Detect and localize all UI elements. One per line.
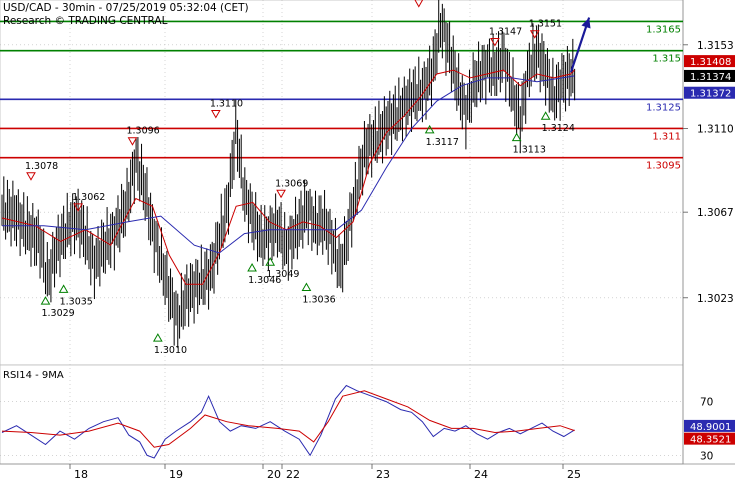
level-label: 1.315 (652, 54, 681, 65)
swing-low-label: 1.3036 (302, 294, 335, 305)
x-tick-label: 24 (474, 468, 488, 480)
swing-high-label: 1.3069 (275, 178, 308, 189)
x-tick-label: 25 (567, 468, 581, 480)
level-label: 1.311 (652, 131, 681, 142)
x-tick-label: 22 (286, 468, 300, 480)
x-tick-label: 19 (169, 468, 183, 480)
swing-high-label: 1.3062 (72, 192, 105, 203)
rsi-tick-label: 70 (700, 397, 713, 409)
swing-high-label: 1.3151 (529, 19, 562, 30)
level-label: 1.3125 (646, 102, 681, 113)
swing-low-label: 1.3029 (41, 308, 74, 319)
chart-svg: 1.31651.3151.31251.3111.3095 1.30291.303… (0, 0, 735, 481)
price-tag-label: 1.31408 (690, 57, 731, 68)
chart-source: Research © TRADING CENTRAL (3, 15, 168, 27)
swing-low-label: 1.3113 (513, 145, 546, 156)
y-tick-label: 1.3153 (697, 40, 734, 52)
rsi-tag-label: 48.9001 (690, 422, 731, 433)
y-tick-label: 1.3067 (697, 207, 734, 219)
swing-low-label: 1.3010 (154, 345, 187, 356)
swing-low-label: 1.3124 (542, 123, 575, 134)
swing-high-label: 1.3147 (489, 26, 522, 37)
swing-low-label: 1.3035 (60, 296, 93, 307)
x-tick-label: 18 (74, 468, 88, 480)
swing-high-label: 1.3078 (25, 161, 58, 172)
x-tick-label: 20 (267, 468, 281, 480)
level-label: 1.3095 (646, 161, 681, 172)
swing-low-label: 1.3117 (426, 137, 459, 148)
price-tag-label: 1.31372 (690, 89, 731, 100)
usdcad-chart: 1.3165 1.315 1.3125 1.311 1.3095 1.3029 1.303… (0, 0, 735, 481)
level-label: 1.3165 (646, 24, 681, 35)
swing-high-label: 1.3110 (210, 98, 243, 109)
y-tick-label: 1.3110 (697, 123, 734, 135)
price-tag-label: 1.31374 (690, 72, 731, 83)
rsi-tick-label: 30 (700, 450, 713, 462)
y-tick-label: 1.3023 (697, 293, 734, 305)
swing-high-label: 1.3096 (126, 126, 159, 137)
rsi-title: RSI14 - 9MA (3, 370, 64, 381)
swing-low-label: 1.3049 (266, 269, 299, 280)
chart-title: USD/CAD - 30min - 07/25/2019 05:32:04 (C… (3, 2, 249, 14)
x-tick-label: 23 (376, 468, 390, 480)
rsi-tag-label: 48.3521 (690, 435, 731, 446)
